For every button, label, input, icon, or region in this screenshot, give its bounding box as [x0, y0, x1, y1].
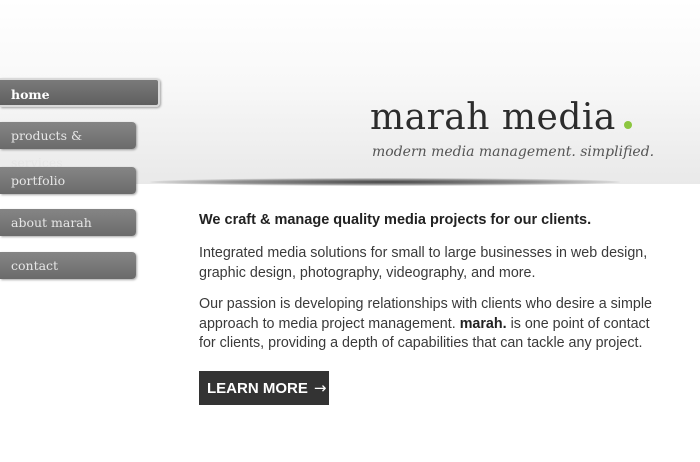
nav-item-contact[interactable]: contact: [0, 252, 136, 279]
lead-text: We craft & manage quality media projects…: [199, 212, 592, 228]
brand-name: marah media: [370, 97, 616, 138]
nav-item-portfolio[interactable]: portfolio: [0, 167, 136, 194]
learn-more-button[interactable]: LEARN MORE →: [199, 371, 329, 405]
nav-item-home[interactable]: home: [0, 78, 160, 107]
arrow-right-icon: →: [313, 379, 327, 397]
nav-item-products-services[interactable]: products & services: [0, 122, 136, 170]
learn-more-label: LEARN MORE: [207, 380, 308, 397]
nav-item-about-marah[interactable]: about marah: [0, 209, 136, 236]
brand-dot-icon: [623, 121, 632, 129]
brand-mention: marah.: [459, 315, 507, 332]
intro-paragraph-1: Integrated media solutions for small to …: [199, 245, 648, 281]
intro-paragraph-2: Our passion is developing relationships …: [199, 295, 659, 354]
brand-logo[interactable]: marah media: [370, 96, 670, 140]
brand-tagline: modern media management. simplified.: [372, 144, 655, 160]
header-divider-shadow: [150, 178, 620, 186]
intro-content: We craft & manage quality media projects…: [199, 208, 659, 366]
